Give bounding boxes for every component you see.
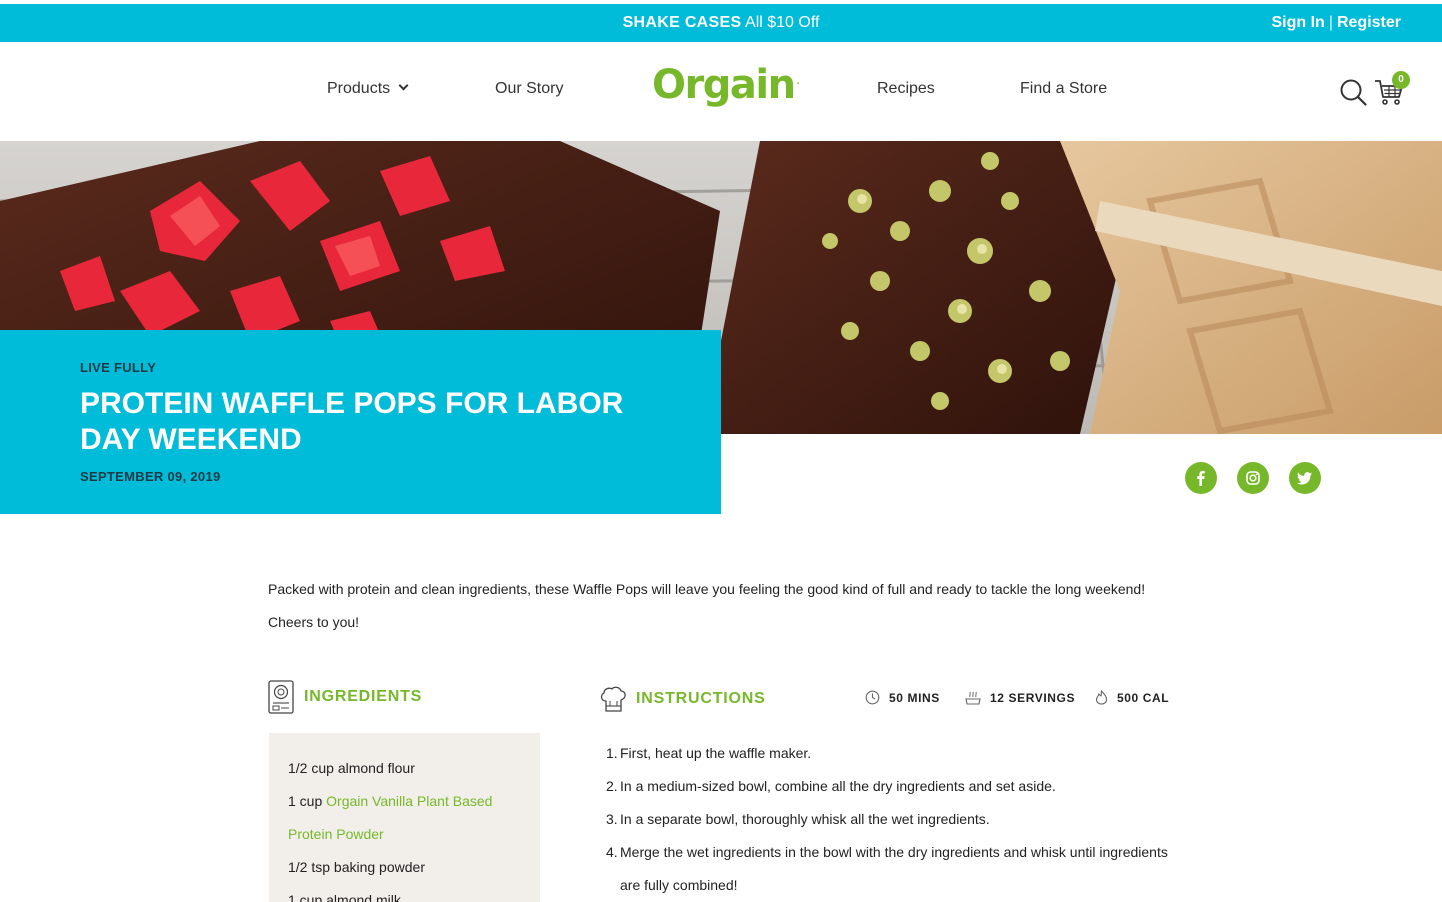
ingredients-heading: INGREDIENTS bbox=[304, 688, 423, 705]
orgain-logo[interactable]: Orgain. bbox=[652, 62, 800, 108]
prep-time: 50 MINS bbox=[865, 690, 940, 705]
register-link[interactable]: Register bbox=[1337, 14, 1401, 31]
calories-value: 500 CAL bbox=[1117, 690, 1170, 705]
nav-find-store[interactable]: Find a Store bbox=[1020, 80, 1107, 98]
cart-count-badge: 0 bbox=[1392, 71, 1410, 89]
step-number: 1. bbox=[606, 745, 618, 761]
instruction-step: 1. First, heat up the waffle maker. bbox=[606, 737, 1180, 770]
serving-dish-icon bbox=[965, 691, 981, 705]
ingredient-text: 1 cup almond milk bbox=[288, 892, 401, 902]
instructions-list: 1. First, heat up the waffle maker. 2. In … bbox=[606, 737, 1180, 902]
instruction-step: 3. In a separate bowl, thoroughly whisk a… bbox=[606, 803, 1180, 836]
account-links: Sign In | Register bbox=[1271, 4, 1401, 42]
step-number: 4. bbox=[606, 844, 618, 860]
chevron-down-icon bbox=[398, 80, 409, 91]
ingredient-text: 1/2 tsp baking powder bbox=[288, 859, 425, 875]
ingredient-item: 1 cup Orgain Vanilla Plant Based Protein… bbox=[288, 785, 528, 851]
step-text: First, heat up the waffle maker. bbox=[620, 745, 812, 761]
sign-in-link[interactable]: Sign In bbox=[1271, 14, 1324, 31]
nav-recipes[interactable]: Recipes bbox=[877, 80, 935, 98]
ingredient-text: 1 cup bbox=[288, 793, 327, 809]
instruction-step: 4. Merge the wet ingredients in the bowl … bbox=[606, 836, 1180, 902]
instruction-step: 2. In a medium-sized bowl, combine all th… bbox=[606, 770, 1180, 803]
ingredient-item: 1/2 tsp baking powder bbox=[288, 851, 528, 884]
instructions-heading: INSTRUCTIONS bbox=[636, 690, 766, 707]
nav-products-label: Products bbox=[327, 80, 391, 97]
article-date: SEPTEMBER 09, 2019 bbox=[80, 469, 221, 484]
flame-icon bbox=[1095, 690, 1108, 705]
calories: 500 CAL bbox=[1095, 690, 1169, 705]
twitter-icon bbox=[1297, 472, 1312, 485]
prep-time-value: 50 MINS bbox=[889, 690, 940, 705]
chef-hat-icon bbox=[600, 686, 626, 712]
account-separator: | bbox=[1328, 14, 1333, 31]
servings-value: 12 SERVINGS bbox=[990, 691, 1076, 705]
article-category[interactable]: LIVE FULLY bbox=[80, 360, 156, 375]
step-number: 3. bbox=[606, 811, 618, 827]
article-intro: Packed with protein and clean ingredient… bbox=[268, 581, 1146, 630]
nav-products[interactable]: Products bbox=[327, 80, 409, 98]
twitter-share-button[interactable] bbox=[1289, 462, 1321, 494]
logo-text: Orgain bbox=[652, 62, 796, 108]
promo-highlight: SHAKE CASES bbox=[622, 14, 742, 31]
scale-icon bbox=[268, 680, 294, 714]
ingredients-panel: 1/2 cup almond flour 1 cup Orgain Vanill… bbox=[269, 733, 540, 902]
ingredient-item: 1/2 cup almond flour bbox=[288, 752, 528, 785]
ingredient-text: 1/2 cup almond flour bbox=[288, 760, 415, 776]
promo-bar: SHAKE CASES All $10 Off Sign In | Register bbox=[0, 4, 1442, 42]
facebook-icon bbox=[1197, 470, 1205, 486]
step-text: In a separate bowl, thoroughly whisk all… bbox=[620, 811, 990, 827]
ingredients-list: 1/2 cup almond flour 1 cup Orgain Vanill… bbox=[288, 752, 528, 902]
step-number: 2. bbox=[606, 778, 618, 794]
step-text: Merge the wet ingredients in the bowl wi… bbox=[620, 844, 1168, 893]
instagram-icon bbox=[1246, 471, 1260, 485]
promo-text: All $10 Off bbox=[745, 14, 820, 31]
ingredient-item: 1 cup almond milk bbox=[288, 884, 528, 902]
clock-icon bbox=[865, 690, 880, 705]
main-nav: Products Our Story Orgain. Recipes Find … bbox=[0, 42, 1442, 141]
logo-mark: . bbox=[796, 76, 800, 86]
servings: 12 SERVINGS bbox=[965, 690, 1075, 706]
article-title: PROTEIN WAFFLE POPS FOR LABOR DAY WEEKEN… bbox=[80, 387, 624, 456]
article-title-card: LIVE FULLY PROTEIN WAFFLE POPS FOR LABOR… bbox=[0, 330, 721, 514]
search-icon[interactable] bbox=[1339, 78, 1367, 106]
nav-our-story[interactable]: Our Story bbox=[495, 80, 563, 98]
instagram-share-button[interactable] bbox=[1237, 462, 1269, 494]
facebook-share-button[interactable] bbox=[1185, 462, 1217, 494]
step-text: In a medium-sized bowl, combine all the … bbox=[620, 778, 1056, 794]
promo-message[interactable]: SHAKE CASES All $10 Off bbox=[0, 4, 1442, 42]
